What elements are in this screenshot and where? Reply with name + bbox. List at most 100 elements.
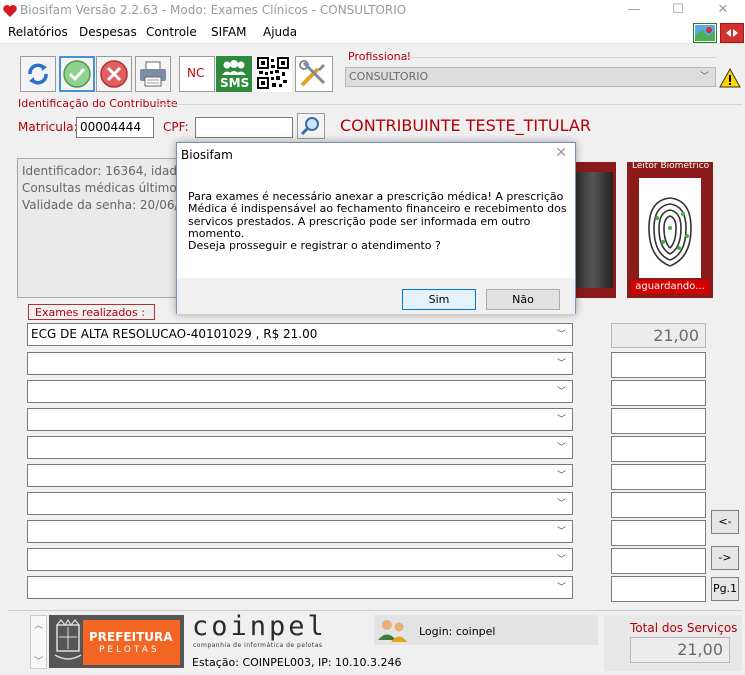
contribuinte-group-line <box>158 104 742 105</box>
contribuinte-info-box: Identificador: 16364, idade Consultas mé… <box>17 158 177 298</box>
page-indicator-button[interactable]: Pg.1 <box>711 577 739 601</box>
dialog-close-icon[interactable]: ✕ <box>555 145 567 161</box>
login-text: Login: coinpel <box>419 625 496 638</box>
cpf-input[interactable] <box>195 117 293 138</box>
print-button[interactable] <box>135 56 171 92</box>
info-identificador: Identificador: 16364, idade <box>22 164 177 178</box>
dialog-message-line: Médica é indispensável ao fechamento fin… <box>188 202 567 216</box>
users-icon <box>378 620 407 642</box>
scroll-down-icon[interactable]: ﹀ <box>34 654 43 667</box>
chevron-down-icon: ﹀ <box>556 555 566 565</box>
exam-select[interactable]: ﹀ <box>27 380 573 403</box>
dialog-message-line: servicos prestados. A prescrição pode se… <box>188 214 531 228</box>
chevron-down-icon: ﹀ <box>556 330 566 340</box>
menu-despesas[interactable]: Despesas <box>79 25 137 39</box>
qrcode-button[interactable] <box>256 56 292 92</box>
exames-label-box: Exames realizados : <box>28 304 155 320</box>
chevron-down-icon: ﹀ <box>556 359 566 369</box>
scroll-up-icon[interactable]: ︿ <box>34 618 43 631</box>
profissional-select[interactable]: CONSULTORIO ﹀ <box>345 67 716 87</box>
chevron-down-icon: ﹀ <box>556 527 566 537</box>
chevron-down-icon: ﹀ <box>556 387 566 397</box>
maximize-button[interactable]: ☐ <box>656 0 700 22</box>
prefeitura-line2: PELOTAS <box>99 645 160 655</box>
exam-select[interactable]: ﹀ <box>27 464 573 487</box>
exam-amount[interactable] <box>611 408 706 434</box>
tools-icon <box>299 60 326 87</box>
prev-page-button[interactable]: <- <box>711 510 739 534</box>
matricula-input[interactable]: 00004444 <box>76 117 154 138</box>
exam-amount[interactable] <box>611 352 706 378</box>
exam-select-value: ECG DE ALTA RESOLUCAO-40101029 , R$ 21.0… <box>31 327 318 341</box>
cancel-icon <box>100 60 128 88</box>
exam-select[interactable]: ECG DE ALTA RESOLUCAO-40101029 , R$ 21.0… <box>27 323 573 346</box>
refresh-icon <box>28 63 48 85</box>
nc-label: NC <box>187 66 205 80</box>
fingerprint-icon <box>639 178 701 278</box>
check-icon <box>63 60 91 88</box>
chevron-down-icon: ﹀ <box>556 499 566 509</box>
exam-amount[interactable] <box>611 464 706 490</box>
footer-scrollbar[interactable]: ︿ ﹀ <box>30 615 47 669</box>
dialog-no-button[interactable]: Não <box>486 289 560 310</box>
search-icon <box>300 117 319 136</box>
coinpel-tagline: companhia de informática de pelotas <box>193 642 323 649</box>
nc-button[interactable]: NC <box>179 56 215 92</box>
tools-button[interactable] <box>295 56 333 92</box>
exam-select[interactable]: ﹀ <box>27 520 573 543</box>
sms-label: SMS <box>220 76 250 90</box>
refresh-button[interactable] <box>20 56 56 92</box>
exam-amount[interactable] <box>611 492 706 518</box>
printer-icon <box>140 61 166 87</box>
exam-select[interactable]: ﹀ <box>27 576 573 599</box>
menu-relatorios[interactable]: Relatórios <box>8 25 68 39</box>
dialog-message-line: Deseja prosseguir e registrar o atendime… <box>188 239 441 253</box>
next-page-button[interactable]: -> <box>711 546 739 570</box>
chevron-down-icon: ﹀ <box>556 443 566 453</box>
exam-amount[interactable] <box>611 576 706 602</box>
exam-select[interactable]: ﹀ <box>27 548 573 571</box>
confirm-dialog: Biosifam ✕ Para exames é necessário anex… <box>176 142 576 314</box>
station-info: Estação: COINPEL003, IP: 10.10.3.246 <box>192 656 402 669</box>
profissional-value: CONSULTORIO <box>349 70 429 83</box>
menu-ajuda[interactable]: Ajuda <box>263 25 297 39</box>
prefeitura-line1: PREFEITURA <box>89 630 173 644</box>
contribuinte-name: CONTRIBUINTE TESTE_TITULAR <box>340 116 591 135</box>
minimize-button[interactable]: — <box>612 0 656 22</box>
cancel-button[interactable] <box>96 56 132 92</box>
close-window-button[interactable]: ✕ <box>701 0 745 22</box>
coinpel-logo-name: coinpel <box>192 611 327 642</box>
exam-select[interactable]: ﹀ <box>27 436 573 459</box>
info-consultas: Consultas médicas últimos <box>22 181 177 195</box>
search-button[interactable] <box>297 113 325 139</box>
heart-icon <box>2 3 18 19</box>
qrcode-icon <box>257 57 289 89</box>
exam-amount[interactable] <box>611 520 706 546</box>
exam-amount[interactable] <box>611 436 706 462</box>
coat-of-arms-icon <box>54 618 82 660</box>
exam-amount[interactable] <box>611 548 706 574</box>
prefeitura-orange-block: PREFEITURA PELOTAS <box>83 620 180 665</box>
warning-icon[interactable] <box>719 67 741 89</box>
exam-amount[interactable] <box>611 380 706 406</box>
sms-button[interactable]: SMS <box>216 56 252 92</box>
chevron-down-icon: ﹀ <box>556 415 566 425</box>
total-panel: Total dos Serviços 21,00 <box>604 615 742 671</box>
chevron-down-icon: ﹀ <box>556 583 566 593</box>
exam-select[interactable]: ﹀ <box>27 352 573 375</box>
cpf-label: CPF: <box>163 120 189 134</box>
dialog-yes-button[interactable]: Sim <box>402 289 476 310</box>
exit-icon[interactable] <box>720 23 744 43</box>
profissional-group-line <box>404 57 716 58</box>
exam-select[interactable]: ﹀ <box>27 408 573 431</box>
dialog-message: Para exames é necessário anexar a prescr… <box>188 190 568 253</box>
map-icon[interactable] <box>693 23 717 43</box>
window-title: Biosifam Versão 2.2.63 - Modo: Exames Cl… <box>20 3 407 17</box>
exam-select[interactable]: ﹀ <box>27 492 573 515</box>
biometric-status: aguardando... <box>631 280 709 294</box>
confirm-button[interactable] <box>59 56 95 92</box>
menu-controle[interactable]: Controle <box>146 25 197 39</box>
matricula-label: Matricula: <box>18 120 78 134</box>
menu-sifam[interactable]: SIFAM <box>211 25 247 39</box>
dialog-title: Biosifam <box>181 148 233 162</box>
